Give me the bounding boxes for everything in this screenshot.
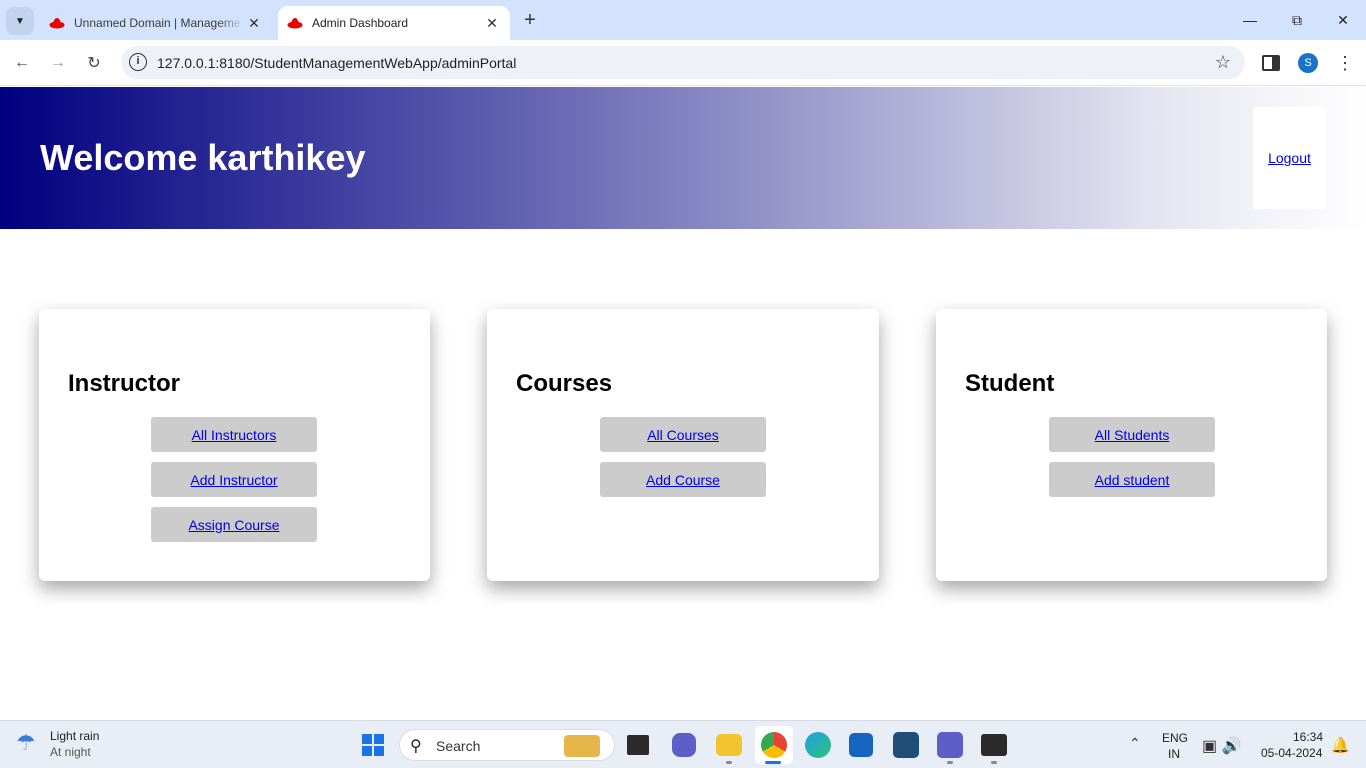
browser-menu-icon[interactable]: ⋮ xyxy=(1336,52,1354,74)
weather-subtext[interactable]: At night xyxy=(50,745,91,759)
windows-start-icon[interactable] xyxy=(362,734,384,756)
close-tab-icon[interactable]: ✕ xyxy=(482,13,502,33)
url-text[interactable]: 127.0.0.1:8180/StudentManagementWebApp/a… xyxy=(157,55,516,71)
search-placeholder: Search xyxy=(436,738,481,754)
page-content: Welcome karthikey Logout Instructor All … xyxy=(0,87,1366,720)
running-indicator xyxy=(726,761,732,764)
store-icon[interactable] xyxy=(849,733,873,757)
notification-bell-icon[interactable]: 🔔 xyxy=(1331,736,1350,754)
tab-title: Admin Dashboard xyxy=(312,16,409,30)
all-instructors-button[interactable]: All Instructors xyxy=(151,417,317,452)
teams-icon[interactable] xyxy=(937,732,963,758)
taskbar-search[interactable]: ⚲ Search xyxy=(399,729,615,761)
clock-date[interactable]: 05-04-2024 xyxy=(1261,746,1322,760)
windows-taskbar: ☂ Light rain At night ⚲ Search ⌃ ENG IN … xyxy=(0,720,1366,768)
redhat-favicon-icon xyxy=(287,18,303,29)
running-indicator xyxy=(765,761,781,764)
network-volume-icon[interactable]: ▣ 🔊 xyxy=(1202,736,1241,756)
student-card: Student All Students Add student xyxy=(936,309,1327,581)
address-bar[interactable]: i 127.0.0.1:8180/StudentManagementWebApp… xyxy=(121,46,1245,79)
card-title: Instructor xyxy=(68,370,181,397)
search-icon: ⚲ xyxy=(410,738,422,755)
add-student-button[interactable]: Add student xyxy=(1049,462,1215,497)
add-instructor-button[interactable]: Add Instructor xyxy=(151,462,317,497)
edge-icon[interactable] xyxy=(805,732,831,758)
tab-admin-dashboard[interactable]: Admin Dashboard ✕ xyxy=(278,6,510,40)
courses-card: Courses All Courses Add Course xyxy=(487,309,879,581)
tray-overflow-icon[interactable]: ⌃ xyxy=(1129,735,1141,752)
instructor-card: Instructor All Instructors Add Instructo… xyxy=(39,309,430,581)
meet-chat-icon[interactable] xyxy=(672,733,696,757)
terminal-icon[interactable] xyxy=(981,734,1007,756)
mysql-workbench-icon[interactable] xyxy=(893,732,919,758)
welcome-header: Welcome karthikey Logout xyxy=(0,87,1366,229)
all-students-button[interactable]: All Students xyxy=(1049,417,1215,452)
logout-link[interactable]: Logout xyxy=(1268,150,1311,166)
all-students-link[interactable]: All Students xyxy=(1095,427,1170,443)
page-title: Welcome karthikey xyxy=(40,137,366,178)
tab-unnamed-domain[interactable]: Unnamed Domain | Manageme ✕ xyxy=(40,6,272,40)
weather-condition[interactable]: Light rain xyxy=(50,729,99,743)
task-view-icon[interactable] xyxy=(627,735,649,755)
logout-box: Logout xyxy=(1253,107,1326,209)
running-indicator xyxy=(947,761,953,764)
search-highlight-icon xyxy=(564,735,600,757)
site-info-icon[interactable]: i xyxy=(129,53,147,71)
chrome-icon[interactable] xyxy=(761,732,787,758)
back-arrow-icon[interactable]: ← xyxy=(9,50,35,76)
add-course-link[interactable]: Add Course xyxy=(646,472,720,488)
profile-avatar[interactable]: S xyxy=(1298,53,1318,73)
minimize-icon[interactable]: — xyxy=(1238,8,1262,32)
add-student-link[interactable]: Add student xyxy=(1095,472,1170,488)
restore-icon[interactable]: ⧉ xyxy=(1285,8,1309,32)
browser-tabstrip: ▼ Unnamed Domain | Manageme ✕ Admin Dash… xyxy=(0,0,1366,40)
file-explorer-icon[interactable] xyxy=(716,734,742,756)
tab-title: Unnamed Domain | Manageme xyxy=(74,16,241,30)
forward-arrow-icon[interactable]: → xyxy=(45,50,71,76)
clock-time[interactable]: 16:34 xyxy=(1293,730,1323,744)
all-courses-link[interactable]: All Courses xyxy=(647,427,719,443)
language-indicator[interactable]: ENG xyxy=(1162,731,1188,745)
add-instructor-link[interactable]: Add Instructor xyxy=(190,472,277,488)
running-indicator xyxy=(991,761,997,764)
bookmark-star-icon[interactable]: ☆ xyxy=(1215,52,1231,73)
card-title: Student xyxy=(965,370,1055,397)
card-title: Courses xyxy=(516,370,613,397)
window-close-icon[interactable]: ✕ xyxy=(1331,8,1355,32)
reload-icon[interactable]: ↻ xyxy=(81,50,107,76)
rain-umbrella-icon[interactable]: ☂ xyxy=(16,730,44,758)
new-tab-icon[interactable]: + xyxy=(518,10,542,34)
all-courses-button[interactable]: All Courses xyxy=(600,417,766,452)
side-panel-icon[interactable] xyxy=(1262,55,1280,71)
assign-course-button[interactable]: Assign Course xyxy=(151,507,317,542)
add-course-button[interactable]: Add Course xyxy=(600,462,766,497)
region-indicator[interactable]: IN xyxy=(1168,747,1180,761)
redhat-favicon-icon xyxy=(49,18,65,29)
browser-toolbar: ← → ↻ i 127.0.0.1:8180/StudentManagement… xyxy=(0,40,1366,86)
all-instructors-link[interactable]: All Instructors xyxy=(192,427,277,443)
tab-search-button[interactable]: ▼ xyxy=(6,7,34,35)
close-tab-icon[interactable]: ✕ xyxy=(244,13,264,33)
assign-course-link[interactable]: Assign Course xyxy=(188,517,279,533)
